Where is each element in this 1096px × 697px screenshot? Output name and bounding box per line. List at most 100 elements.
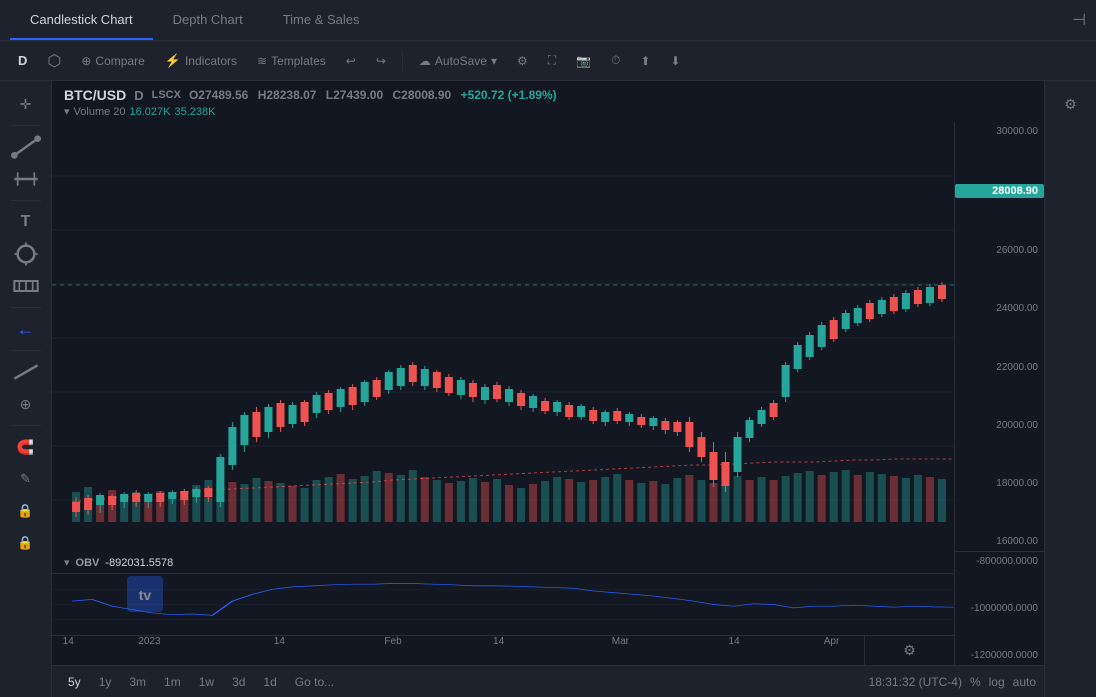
right-price-axis: 30000.00 28008.90 26000.00 24000.00 2200… xyxy=(954,122,1044,665)
obv-price-axis-labels: -800000.0000 -1000000.0000 -1200000.0000 xyxy=(955,552,1044,665)
trend-line-tool[interactable] xyxy=(8,132,44,162)
compare-icon: ⊕ xyxy=(81,54,91,68)
time-label-2023: 2023 xyxy=(138,636,160,647)
zoom-tool[interactable]: ⊕ xyxy=(8,389,44,419)
chart-container: BTC/USD D LSCX O27489.56 H28238.07 L2743… xyxy=(52,81,1044,697)
camera-icon: 📷 xyxy=(576,54,591,68)
change-value: +520.72 (+1.89%) xyxy=(461,88,557,102)
time-axis-wrapper: 14 2023 14 Feb 14 Mar 14 Apr ⚙ xyxy=(52,635,954,665)
indicators-button[interactable]: ⚡ Indicators xyxy=(157,49,245,73)
charts-and-axis: ▾ OBV -892031.5578 tv xyxy=(52,122,1044,665)
timeframe-3d[interactable]: 3d xyxy=(224,672,253,692)
open-value: O27489.56 xyxy=(189,88,248,102)
symbol-label: BTC/USD xyxy=(64,87,126,103)
tool-separator-5 xyxy=(11,425,41,426)
redo-button[interactable]: ↪ xyxy=(368,50,394,72)
timeframe-1y[interactable]: 1y xyxy=(91,672,120,692)
price-22000: 22000.00 xyxy=(955,362,1044,373)
collapse-icon[interactable]: ▾ xyxy=(64,105,70,118)
crosshair-tool[interactable]: ✛ xyxy=(8,89,44,119)
text-tool[interactable]: T xyxy=(8,207,44,237)
time-label-apr: Apr xyxy=(824,636,840,647)
bottom-toolbar: 5y 1y 3m 1m 1w 3d 1d Go to... 18:31:32 (… xyxy=(52,665,1044,697)
timeframe-5y[interactable]: 5y xyxy=(60,672,89,692)
shape-tool[interactable] xyxy=(8,239,44,269)
auto-label[interactable]: auto xyxy=(1013,675,1036,689)
candlestick-chart[interactable] xyxy=(52,122,954,552)
magnet-tool[interactable]: 🧲 xyxy=(8,432,44,462)
indicators-icon: ⚡ xyxy=(165,53,181,69)
obv-chart[interactable]: tv xyxy=(52,573,954,635)
tab-time-sales[interactable]: Time & Sales xyxy=(263,0,380,40)
tab-candlestick[interactable]: Candlestick Chart xyxy=(10,0,153,40)
arrow-tool[interactable]: ← xyxy=(8,314,44,344)
redo-icon: ↪ xyxy=(376,54,386,68)
templates-icon: ≋ xyxy=(257,54,267,68)
undo-button[interactable]: ↩ xyxy=(338,50,364,72)
goto-button[interactable]: Go to... xyxy=(287,672,342,692)
measure-tool[interactable] xyxy=(8,271,44,301)
price-16000: 16000.00 xyxy=(955,536,1044,547)
bottom-right-info: 18:31:32 (UTC-4) % log auto xyxy=(869,675,1036,689)
price-30000: 30000.00 xyxy=(955,126,1044,137)
bar-style-icon: ⬡ xyxy=(47,51,61,71)
time-label-14-3: 14 xyxy=(493,636,504,647)
tab-depth[interactable]: Depth Chart xyxy=(153,0,263,40)
annotation-tool[interactable]: ✎ xyxy=(8,464,44,494)
timer-button[interactable]: ⏱ xyxy=(603,49,628,72)
right-settings-button[interactable]: ⚙ xyxy=(1053,89,1089,119)
upload-icon: ⬆ xyxy=(640,54,650,68)
chevron-down-icon: ▾ xyxy=(491,54,497,68)
lock-tool[interactable]: 🔒 xyxy=(8,496,44,526)
gear-icon: ⚙ xyxy=(517,54,528,68)
tool-separator-3 xyxy=(11,307,41,308)
publish-button[interactable]: ⬆ xyxy=(632,50,658,72)
axis-settings-icon[interactable]: ⚙ xyxy=(903,642,916,659)
download-icon: ⬇ xyxy=(671,54,681,68)
obv-label: OBV xyxy=(76,557,100,569)
percent-label[interactable]: % xyxy=(970,675,981,689)
high-value: H28238.07 xyxy=(258,88,317,102)
timestamp-label: 18:31:32 (UTC-4) xyxy=(869,675,962,689)
timeframe-3m[interactable]: 3m xyxy=(121,672,154,692)
bar-style-button[interactable]: ⬡ xyxy=(39,47,69,75)
ohlc-values: O27489.56 H28238.07 L27439.00 C28008.90 … xyxy=(189,88,563,102)
timeframe-1m[interactable]: 1m xyxy=(156,672,189,692)
close-value: C28008.90 xyxy=(393,88,452,102)
time-label-mar: Mar xyxy=(612,636,629,647)
charts-main: ▾ OBV -892031.5578 tv xyxy=(52,122,954,665)
price-20000: 20000.00 xyxy=(955,420,1044,431)
download-button[interactable]: ⬇ xyxy=(663,50,689,72)
timeframe-selector[interactable]: D xyxy=(10,49,35,72)
obv-1m: -1000000.0000 xyxy=(955,603,1044,614)
volume-info-row: ▾ Volume 20 16.027K 35.238K xyxy=(64,105,1032,118)
compare-button[interactable]: ⊕ Compare xyxy=(73,50,152,72)
undo-icon: ↩ xyxy=(346,54,356,68)
templates-button[interactable]: ≋ Templates xyxy=(249,50,334,72)
settings-button[interactable]: ⚙ xyxy=(509,50,536,72)
ruler-tool[interactable] xyxy=(8,357,44,387)
time-label-14-1: 14 xyxy=(63,636,74,647)
obv-svg xyxy=(52,574,954,635)
timeframe-1d[interactable]: 1d xyxy=(255,672,284,692)
timeframe-1w[interactable]: 1w xyxy=(191,672,222,692)
time-axis: 14 2023 14 Feb 14 Mar 14 Apr xyxy=(52,635,864,665)
volume-val2: 35.238K xyxy=(175,106,216,118)
fullscreen-button[interactable]: ⛶ xyxy=(540,49,564,72)
drawing-toolbar: ✛ T ← ⊕ 🧲 ✎ 🔒 🔒 xyxy=(0,81,52,697)
low-value: L27439.00 xyxy=(326,88,383,102)
fib-tool[interactable] xyxy=(8,164,44,194)
chart-info-panel: BTC/USD D LSCX O27489.56 H28238.07 L2743… xyxy=(52,81,1044,122)
collapse-obv-icon[interactable]: ▾ xyxy=(64,556,70,569)
tool-separator-4 xyxy=(11,350,41,351)
timeframe-label: D xyxy=(134,88,143,103)
screenshot-button[interactable]: 📷 xyxy=(568,50,599,72)
collapse-panel-button[interactable]: ⊣ xyxy=(1072,10,1086,30)
log-label[interactable]: log xyxy=(989,675,1005,689)
price-24000: 24000.00 xyxy=(955,303,1044,314)
volume-label: Volume 20 xyxy=(74,106,126,118)
autosave-button[interactable]: ☁ AutoSave ▾ xyxy=(411,50,505,72)
volume-val1: 16.027K xyxy=(130,106,171,118)
hide-tool[interactable]: 🔒 xyxy=(8,528,44,558)
time-axis-right: ⚙ xyxy=(864,635,954,665)
